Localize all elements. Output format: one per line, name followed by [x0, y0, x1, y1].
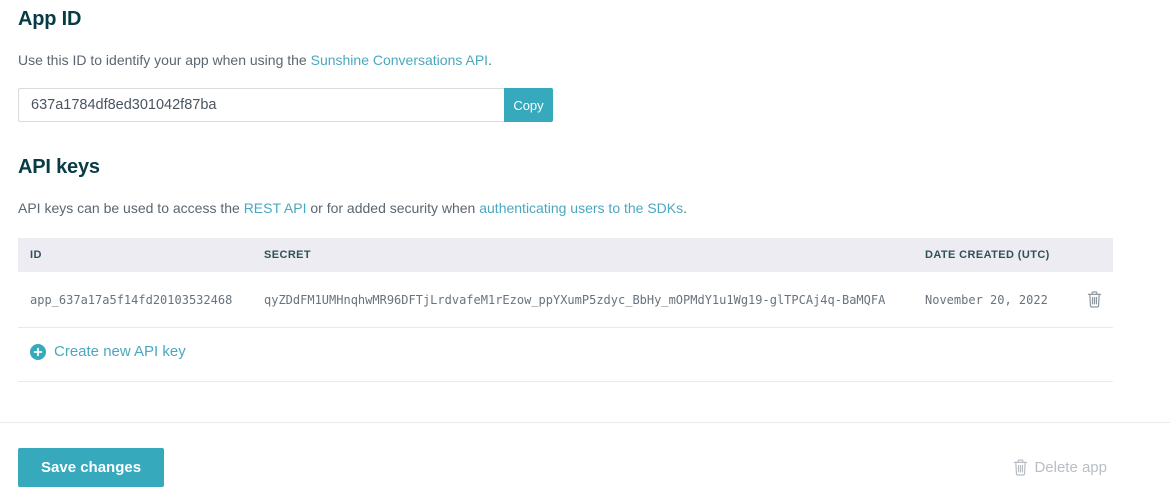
- app-settings-page: App ID Use this ID to identify your app …: [0, 0, 1170, 504]
- column-header-date-created: DATE CREATED (UTC): [925, 249, 1050, 261]
- api-key-id: app_637a17a5f14fd20103532468: [30, 292, 233, 307]
- table-header-row: ID SECRET DATE CREATED (UTC): [18, 238, 1113, 272]
- api-keys-description: API keys can be used to access the REST …: [18, 200, 1113, 216]
- delete-api-key-button[interactable]: [1085, 289, 1104, 310]
- app-id-input[interactable]: [18, 88, 504, 122]
- app-id-description: Use this ID to identify your app when us…: [18, 52, 1113, 68]
- plus-circle-icon: [30, 343, 46, 360]
- footer-divider: [0, 422, 1170, 423]
- column-header-id: ID: [30, 249, 42, 261]
- sunshine-conversations-api-link[interactable]: Sunshine Conversations API: [311, 52, 488, 68]
- app-id-title: App ID: [18, 8, 82, 30]
- api-key-actions: [1073, 289, 1113, 311]
- app-id-description-prefix: Use this ID to identify your app when us…: [18, 52, 311, 68]
- delete-app-button[interactable]: Delete app: [1007, 458, 1113, 477]
- trash-icon: [1013, 459, 1028, 476]
- api-keys-table: ID SECRET DATE CREATED (UTC) app_637a17a…: [18, 238, 1113, 382]
- app-id-copy-group: Copy: [18, 88, 553, 122]
- api-keys-description-part3: .: [683, 200, 688, 216]
- copy-button[interactable]: Copy: [504, 88, 553, 122]
- rest-api-link[interactable]: REST API: [244, 200, 307, 216]
- api-keys-description-part2: or for added security when: [306, 200, 480, 216]
- api-keys-title: API keys: [18, 156, 100, 178]
- api-key-secret: qyZDdFM1UMHnqhwMR96DFTjLrdvafeM1rEzow_pp…: [264, 292, 886, 307]
- api-keys-description-part1: API keys can be used to access the: [18, 200, 244, 216]
- trash-icon: [1087, 290, 1102, 311]
- app-id-description-suffix: .: [488, 52, 492, 68]
- create-api-key-link[interactable]: Create new API key: [30, 343, 186, 360]
- footer-bar: Save changes Delete app: [0, 448, 1170, 487]
- column-header-secret: SECRET: [264, 249, 312, 261]
- api-key-date-created: November 20, 2022: [925, 292, 1048, 307]
- delete-app-label: Delete app: [1034, 459, 1107, 476]
- table-row: app_637a17a5f14fd20103532468 qyZDdFM1UMH…: [18, 272, 1113, 328]
- create-api-key-label: Create new API key: [54, 343, 186, 360]
- save-changes-button[interactable]: Save changes: [18, 448, 165, 487]
- create-api-key-row: Create new API key: [18, 328, 1113, 382]
- authenticating-users-link[interactable]: authenticating users to the SDKs: [479, 200, 683, 216]
